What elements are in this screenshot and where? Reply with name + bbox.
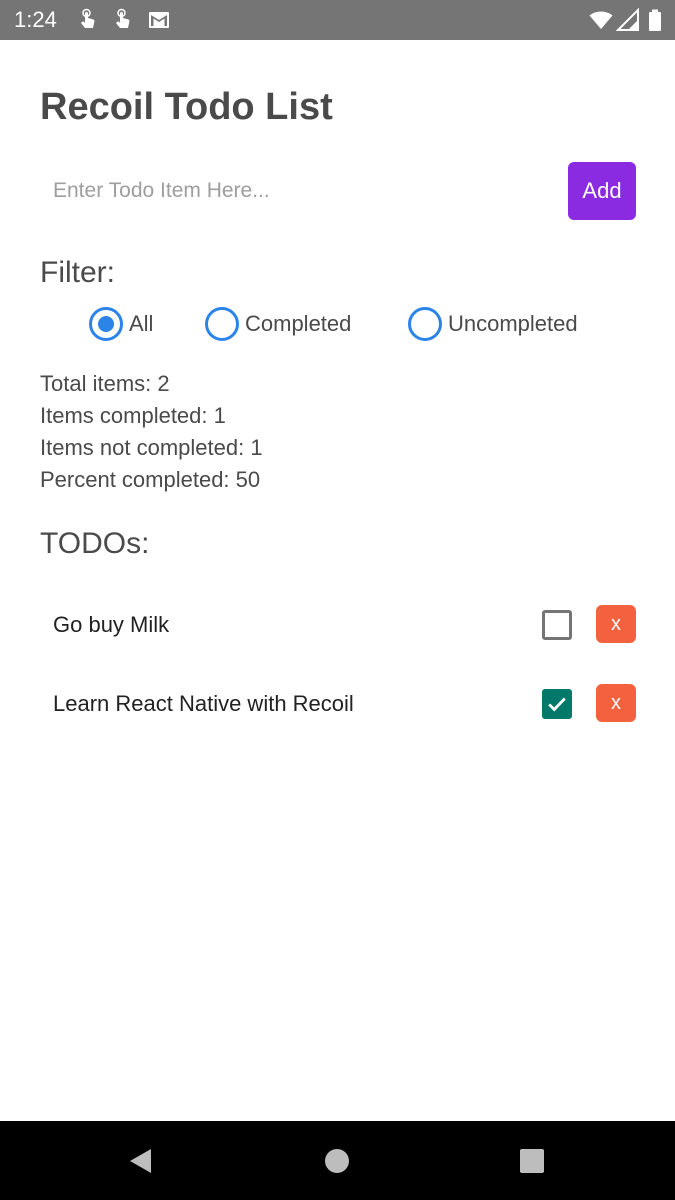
stat-percent-completed: Percent completed: 50 (40, 467, 261, 492)
todo-input[interactable] (40, 166, 540, 216)
page-title: Recoil Todo List (40, 86, 333, 128)
radio-unselected-icon[interactable] (205, 307, 239, 341)
todo-item: Go buy Milk x (40, 605, 636, 645)
filter-option-uncompleted[interactable]: Uncompleted (408, 306, 578, 342)
navigation-bar (0, 1121, 675, 1200)
stat-items-not-completed: Items not completed: 1 (40, 435, 263, 460)
status-time: 1:24 (14, 7, 57, 32)
filter-heading: Filter: (40, 256, 115, 289)
add-button[interactable]: Add (568, 162, 636, 220)
battery-icon (649, 9, 661, 31)
filter-option-label: Completed (245, 311, 352, 336)
todo-item: Learn React Native with Recoil x (40, 684, 636, 724)
stat-total-items: Total items: 2 (40, 371, 170, 396)
touch-icon (116, 8, 130, 28)
todos-heading: TODOs: (40, 527, 150, 560)
delete-button[interactable]: x (596, 684, 636, 722)
checkmark-icon (548, 697, 566, 712)
wifi-icon (589, 11, 613, 29)
todo-checkbox-checked[interactable] (542, 689, 572, 719)
back-icon[interactable] (127, 1147, 155, 1175)
delete-button[interactable]: x (596, 605, 636, 643)
recents-icon[interactable] (518, 1147, 546, 1175)
radio-unselected-icon[interactable] (408, 307, 442, 341)
todo-checkbox-unchecked[interactable] (542, 610, 572, 640)
filter-option-label: All (129, 311, 154, 336)
filter-option-label: Uncompleted (448, 311, 578, 336)
gmail-icon (149, 12, 169, 28)
filter-option-all[interactable]: All (89, 306, 153, 342)
todo-item-text: Go buy Milk (53, 612, 170, 637)
touch-icon (81, 8, 95, 28)
signal-icon (616, 8, 639, 31)
todo-item-text: Learn React Native with Recoil (53, 691, 354, 716)
radio-selected-icon[interactable] (89, 307, 123, 341)
home-icon[interactable] (323, 1147, 351, 1175)
filter-option-completed[interactable]: Completed (205, 306, 351, 342)
status-bar: 1:24 (0, 0, 675, 40)
stat-items-completed: Items completed: 1 (40, 403, 226, 428)
